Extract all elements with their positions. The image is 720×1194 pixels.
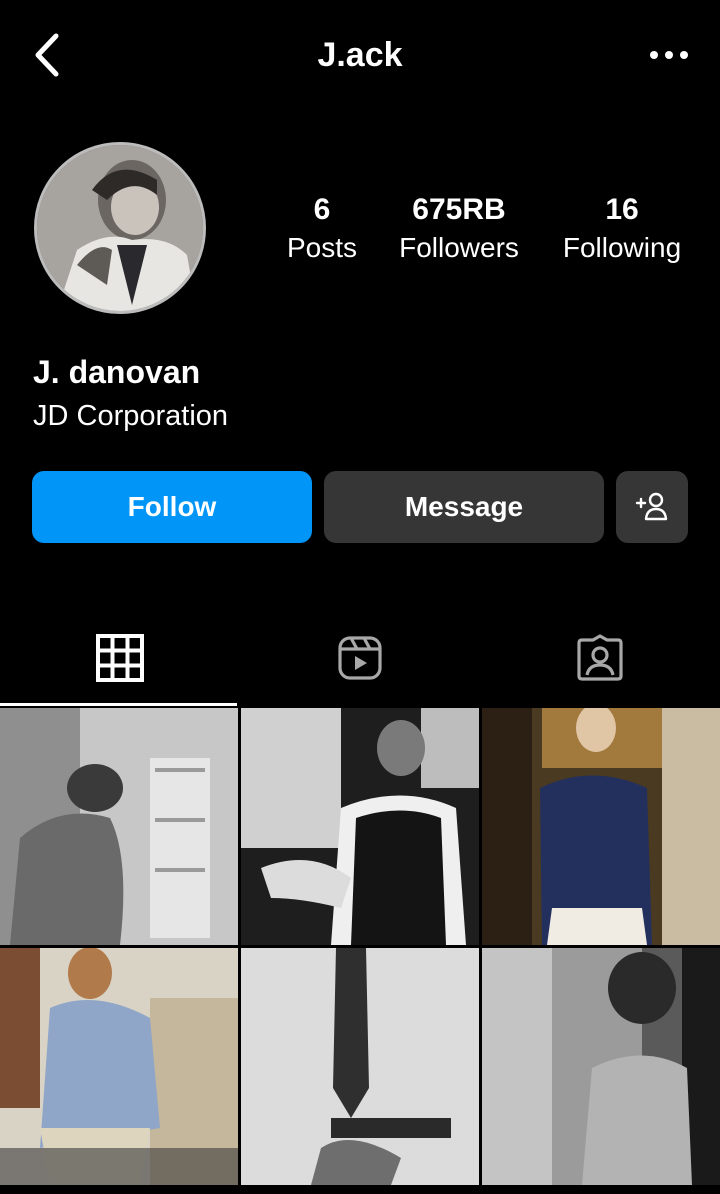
stat-value: 16 — [605, 193, 639, 226]
profile-name: J. danovan — [33, 354, 201, 390]
stat-following[interactable]: 16 Following — [548, 192, 696, 268]
tagged-icon — [577, 634, 623, 681]
post-thumbnail[interactable] — [241, 708, 479, 945]
stat-label: Following — [562, 232, 682, 263]
tab-posts-grid[interactable] — [0, 610, 240, 706]
stat-value: 6 — [313, 193, 331, 226]
message-button[interactable]: Message — [324, 471, 604, 543]
add-person-icon — [635, 492, 668, 521]
post-image — [0, 948, 238, 1185]
post-image — [0, 708, 238, 945]
post-thumbnail[interactable] — [482, 708, 720, 945]
follow-button[interactable]: Follow — [32, 471, 312, 543]
post-thumbnail[interactable] — [241, 948, 479, 1185]
profile-username-title: J.ack — [317, 36, 403, 74]
tab-tagged[interactable] — [480, 610, 720, 706]
post-thumbnail[interactable] — [0, 708, 238, 945]
stat-label: Followers — [399, 232, 519, 263]
reels-icon — [338, 636, 382, 680]
post-image — [241, 708, 479, 945]
stat-followers[interactable]: 675RB Followers — [384, 192, 534, 268]
post-image — [482, 948, 720, 1185]
post-thumbnail[interactable] — [482, 948, 720, 1185]
avatar[interactable] — [34, 142, 206, 314]
post-thumbnail[interactable] — [0, 948, 238, 1185]
stat-posts[interactable]: 6 Posts — [272, 192, 372, 268]
profile-bio: JD Corporation — [33, 400, 229, 432]
stat-value: 675RB — [412, 193, 506, 226]
grid-icon — [96, 634, 144, 682]
post-image — [241, 948, 479, 1185]
suggested-people-button[interactable] — [616, 471, 688, 543]
avatar-photo — [37, 145, 203, 311]
tab-reels[interactable] — [240, 610, 480, 706]
stat-label: Posts — [286, 232, 358, 263]
more-horizontal-icon — [650, 51, 688, 59]
post-image — [482, 708, 720, 945]
more-options-button[interactable] — [644, 38, 694, 72]
active-tab-indicator — [0, 703, 237, 706]
